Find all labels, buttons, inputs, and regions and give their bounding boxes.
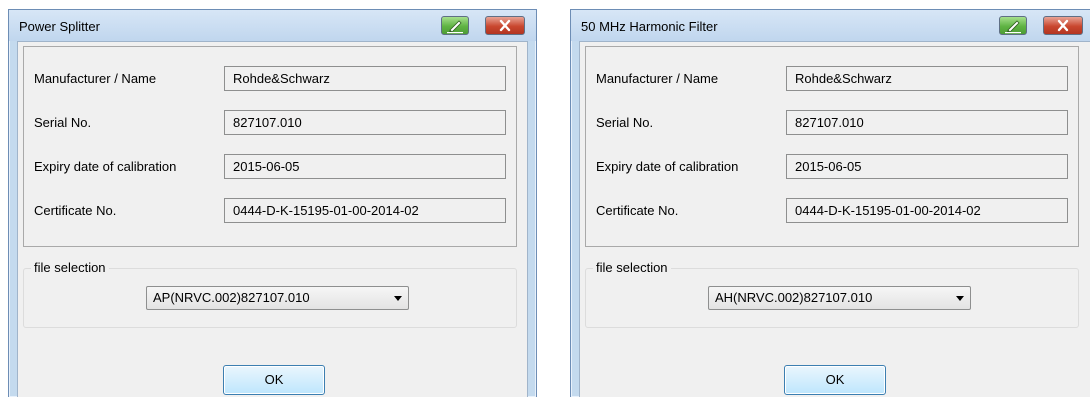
serial-label: Serial No. xyxy=(34,115,92,130)
manufacturer-label: Manufacturer / Name xyxy=(34,71,157,86)
title-bar[interactable]: Power Splitter xyxy=(9,10,536,41)
manufacturer-field: Rohde&Schwarz xyxy=(786,66,1068,91)
edit-button[interactable] xyxy=(441,16,469,35)
edit-icon xyxy=(447,20,463,34)
file-selection-label: file selection xyxy=(31,260,109,275)
file-selection-dropdown[interactable]: AH(NRVC.002)827107.010 xyxy=(708,286,971,310)
ok-button[interactable]: OK xyxy=(784,365,886,395)
certificate-label: Certificate No. xyxy=(596,203,679,218)
dialog-body: Manufacturer / Name Rohde&Schwarz Serial… xyxy=(579,41,1090,397)
chevron-down-icon xyxy=(394,296,402,301)
file-selection-value: AP(NRVC.002)827107.010 xyxy=(153,290,310,305)
manufacturer-label: Manufacturer / Name xyxy=(596,71,719,86)
file-selection-group: file selection AP(NRVC.002)827107.010 xyxy=(23,260,517,328)
expiry-date-field: 2015-06-05 xyxy=(786,154,1068,179)
file-selection-value: AH(NRVC.002)827107.010 xyxy=(715,290,873,305)
expiry-date-field: 2015-06-05 xyxy=(224,154,506,179)
title-bar[interactable]: 50 MHz Harmonic Filter xyxy=(571,10,1090,41)
expiry-date-label: Expiry date of calibration xyxy=(34,159,177,174)
file-selection-group: file selection AH(NRVC.002)827107.010 xyxy=(585,260,1079,328)
close-icon xyxy=(499,19,511,32)
certificate-field: 0444-D-K-15195-01-00-2014-02 xyxy=(224,198,506,223)
serial-field: 827107.010 xyxy=(786,110,1068,135)
file-selection-dropdown[interactable]: AP(NRVC.002)827107.010 xyxy=(146,286,409,310)
ok-button[interactable]: OK xyxy=(223,365,325,395)
dialog-title: Power Splitter xyxy=(19,19,100,34)
close-button[interactable] xyxy=(1043,16,1083,35)
certificate-label: Certificate No. xyxy=(34,203,117,218)
close-button[interactable] xyxy=(485,16,525,35)
close-icon xyxy=(1057,19,1069,32)
dialog-title: 50 MHz Harmonic Filter xyxy=(581,19,718,34)
device-info-panel: Manufacturer / Name Rohde&Schwarz Serial… xyxy=(23,46,517,247)
power-splitter-dialog: Power Splitter Manufacturer / Name Rohde… xyxy=(8,9,537,397)
edit-button[interactable] xyxy=(999,16,1027,35)
harmonic-filter-dialog: 50 MHz Harmonic Filter Manufacturer / Na… xyxy=(570,9,1090,397)
serial-field: 827107.010 xyxy=(224,110,506,135)
expiry-date-label: Expiry date of calibration xyxy=(596,159,739,174)
edit-icon xyxy=(1005,20,1021,34)
device-info-panel: Manufacturer / Name Rohde&Schwarz Serial… xyxy=(585,46,1079,247)
chevron-down-icon xyxy=(956,296,964,301)
file-selection-label: file selection xyxy=(593,260,671,275)
dialog-body: Manufacturer / Name Rohde&Schwarz Serial… xyxy=(17,41,528,397)
manufacturer-field: Rohde&Schwarz xyxy=(224,66,506,91)
certificate-field: 0444-D-K-15195-01-00-2014-02 xyxy=(786,198,1068,223)
serial-label: Serial No. xyxy=(596,115,654,130)
